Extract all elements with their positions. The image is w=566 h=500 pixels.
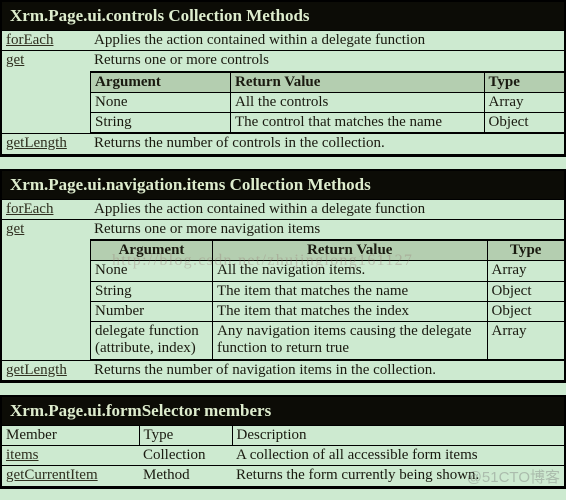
member-link-get[interactable]: get (6, 221, 24, 237)
table-header-row: Member Type Description (2, 424, 564, 447)
member-link-getlength[interactable]: getLength (6, 362, 67, 378)
return-value-cell: All the navigation items. (212, 260, 488, 282)
col-header-member: Member (2, 424, 140, 447)
type-cell: Array (483, 91, 564, 114)
table-block-navigation-items: Xrm.Page.ui.navigation.items Collection … (0, 168, 566, 383)
formselector-members-table: Member Type Description items Collection… (2, 424, 564, 487)
argument-cell: None (90, 91, 231, 114)
table-row: getLength Returns the number of navigati… (2, 359, 564, 381)
table-title-formselector: Xrm.Page.ui.formSelector members (2, 396, 564, 425)
table-row: get Returns one or more controls (2, 50, 564, 135)
col-header-type: Type (483, 71, 564, 93)
return-value-cell: All the controls (230, 91, 485, 114)
nested-header-row: Argument Return Value Type (90, 239, 564, 262)
description-cell: Returns one or more navigation items (90, 218, 564, 241)
table-row: Number The item that matches the index O… (90, 300, 564, 323)
nested-table-cell: Argument Return Value Type None All the … (90, 239, 564, 360)
col-header-type: Type (138, 424, 233, 447)
type-cell: Object (486, 280, 564, 302)
table-row: getCurrentItem Method Returns the form c… (2, 465, 564, 487)
table-row: forEach Applies the action contained wit… (2, 198, 564, 220)
type-cell: Object (486, 300, 564, 323)
return-value-cell: The item that matches the name (212, 280, 488, 302)
table-row: None All the controls Array (90, 91, 564, 114)
navigation-items-methods-table: forEach Applies the action contained wit… (2, 198, 564, 381)
argument-cell: Number (90, 300, 213, 323)
table-row: delegate function (attribute, index) Any… (90, 321, 564, 360)
nested-header-row: Argument Return Value Type (90, 71, 564, 93)
table-title-controls: Xrm.Page.ui.controls Collection Methods (2, 2, 564, 30)
return-value-cell: The control that matches the name (230, 111, 485, 134)
table-row: None All the navigation items. Array (90, 260, 564, 282)
member-cell: getLength (2, 133, 90, 155)
controls-get-arguments-table: Argument Return Value Type None All the … (90, 71, 564, 134)
col-header-argument: Argument (90, 71, 231, 93)
controls-methods-table: forEach Applies the action contained wit… (2, 29, 564, 155)
member-link-getlength[interactable]: getLength (6, 135, 67, 151)
table-row: String The control that matches the name… (90, 111, 564, 134)
member-link-foreach[interactable]: forEach (6, 32, 53, 48)
table-gap (0, 156, 566, 169)
description-cell: A collection of all accessible form item… (232, 444, 564, 467)
table-row: items Collection A collection of all acc… (2, 444, 564, 467)
description-cell: Returns the number of navigation items i… (90, 359, 564, 381)
type-cell: Array (486, 321, 564, 360)
type-cell: Array (486, 260, 564, 282)
argument-cell: String (90, 111, 231, 134)
navigation-get-arguments-table: Argument Return Value Type None All the … (90, 239, 564, 360)
member-link-getcurrentitem[interactable]: getCurrentItem (6, 467, 98, 483)
description-cell: Returns the number of controls in the co… (90, 133, 564, 155)
table-row: String The item that matches the name Ob… (90, 280, 564, 302)
table-row: get Returns one or more navigation items (2, 218, 564, 361)
col-header-argument: Argument (90, 239, 213, 262)
table-gap (0, 382, 566, 395)
member-cell: items (2, 444, 139, 467)
col-header-type: Type (486, 239, 564, 262)
table-block-controls: Xrm.Page.ui.controls Collection Methods … (0, 0, 566, 157)
col-header-description: Description (231, 424, 564, 447)
table-row: getLength Returns the number of controls… (2, 133, 564, 155)
member-cell: getCurrentItem (2, 465, 139, 487)
description-cell: Applies the action contained within a de… (90, 29, 564, 52)
table-title-navigation-items: Xrm.Page.ui.navigation.items Collection … (2, 170, 564, 199)
col-header-return-value: Return Value (212, 239, 488, 262)
table-block-formselector: Xrm.Page.ui.formSelector members Member … (0, 394, 566, 489)
type-cell: Method (139, 465, 232, 487)
description-cell: Applies the action contained within a de… (90, 198, 564, 220)
return-value-cell: Any navigation items causing the delegat… (212, 321, 488, 360)
table-row: forEach Applies the action contained wit… (2, 29, 564, 52)
member-cell: forEach (2, 29, 90, 52)
page-root: Xrm.Page.ui.controls Collection Methods … (0, 0, 566, 489)
col-header-return-value: Return Value (230, 71, 485, 93)
argument-cell: delegate function (attribute, index) (90, 321, 213, 360)
type-cell: Collection (139, 444, 232, 467)
type-cell: Object (483, 111, 564, 134)
description-cell: Returns one or more controls (90, 50, 564, 72)
member-link-items[interactable]: items (6, 447, 39, 463)
member-cell: getLength (2, 359, 90, 381)
member-cell: forEach (2, 198, 90, 220)
member-link-get[interactable]: get (6, 52, 24, 68)
argument-cell: String (90, 280, 213, 302)
nested-table-cell: Argument Return Value Type None All the … (90, 71, 564, 134)
member-link-foreach[interactable]: forEach (6, 201, 53, 217)
return-value-cell: The item that matches the index (212, 300, 488, 323)
description-cell: Returns the form currently being shown. (232, 465, 564, 487)
member-cell: get (2, 50, 90, 135)
member-cell: get (2, 218, 90, 361)
argument-cell: None (90, 260, 213, 282)
